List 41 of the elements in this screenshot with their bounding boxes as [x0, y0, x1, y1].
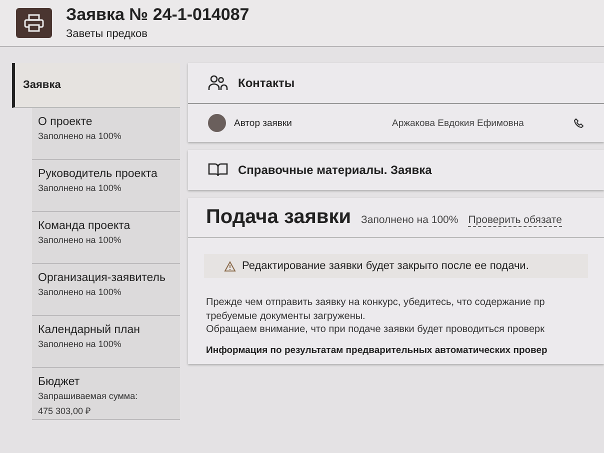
- item-label: Команда проекта: [38, 220, 132, 232]
- sidebar-section[interactable]: Заявка: [12, 63, 180, 108]
- warning-icon: [224, 260, 236, 272]
- notice-text: требуемые документы загружены.: [205, 310, 366, 323]
- item-status: Заполнено на 100%: [38, 235, 122, 245]
- info-heading: Информация по результатам предварительных автоматических провер: [205, 344, 548, 358]
- phone-icon[interactable]: [574, 118, 584, 128]
- item-status: Заполнено на 100%: [38, 287, 122, 297]
- author-name: Аржакова Евдокия Ефимовна: [392, 118, 525, 128]
- item-status: Заполнено на 100%: [38, 131, 122, 141]
- sidebar-item[interactable]: О проекте Заполнено на 100%: [32, 108, 180, 160]
- fill-status: Заполнено на 100%: [361, 214, 458, 226]
- book-icon: [208, 163, 228, 177]
- avatar: [208, 114, 226, 132]
- references-heading: Справочные материалы. Заявка: [238, 163, 432, 177]
- item-status: Запрашиваемая сумма:: [38, 391, 139, 401]
- check-link[interactable]: Проверить обязате: [468, 214, 562, 227]
- submission-heading: Подача заявки: [206, 206, 352, 229]
- sidebar-item[interactable]: Календарный план Заполнено на 100%: [32, 316, 180, 368]
- item-label: Организация-заявитель: [38, 272, 166, 284]
- item-label: Бюджет: [38, 376, 81, 388]
- notice-text: Обращаем внимание, что при подаче заявки будет проводиться проверк: [205, 323, 546, 336]
- item-label: О проекте: [38, 116, 94, 128]
- notice-text: Прежде чем отправить заявку на конкурс, убедитесь, что содержание пр: [205, 296, 546, 310]
- sidebar-item[interactable]: Организация-заявитель Заполнено на 100%: [32, 264, 180, 316]
- item-label: Календарный план: [38, 324, 141, 336]
- sidebar-item[interactable]: Команда проекта Заполнено на 100%: [32, 212, 180, 264]
- contacts-heading: Контакты: [238, 76, 295, 90]
- item-amount: 475 303,00 ₽: [38, 405, 92, 417]
- references-card[interactable]: Справочные материалы. Заявка: [188, 150, 604, 190]
- sidebar-item[interactable]: Руководитель проекта Заполнено на 100%: [32, 160, 180, 212]
- printer-icon: [24, 14, 44, 32]
- item-status: Заполнено на 100%: [38, 339, 122, 349]
- sidebar-item[interactable]: Бюджет Запрашиваемая сумма: 475 303,00 ₽: [32, 368, 180, 420]
- item-status: Заполнено на 100%: [38, 183, 122, 193]
- project-name: Заветы предков: [66, 28, 149, 40]
- author-label: Автор заявки: [234, 118, 293, 128]
- people-icon: [208, 75, 228, 91]
- item-label: Руководитель проекта: [38, 168, 158, 180]
- warning-text: Редактирование заявки будет закрыто после ее подачи.: [242, 260, 529, 272]
- application-title: Заявка № 24-1-014087: [66, 6, 250, 25]
